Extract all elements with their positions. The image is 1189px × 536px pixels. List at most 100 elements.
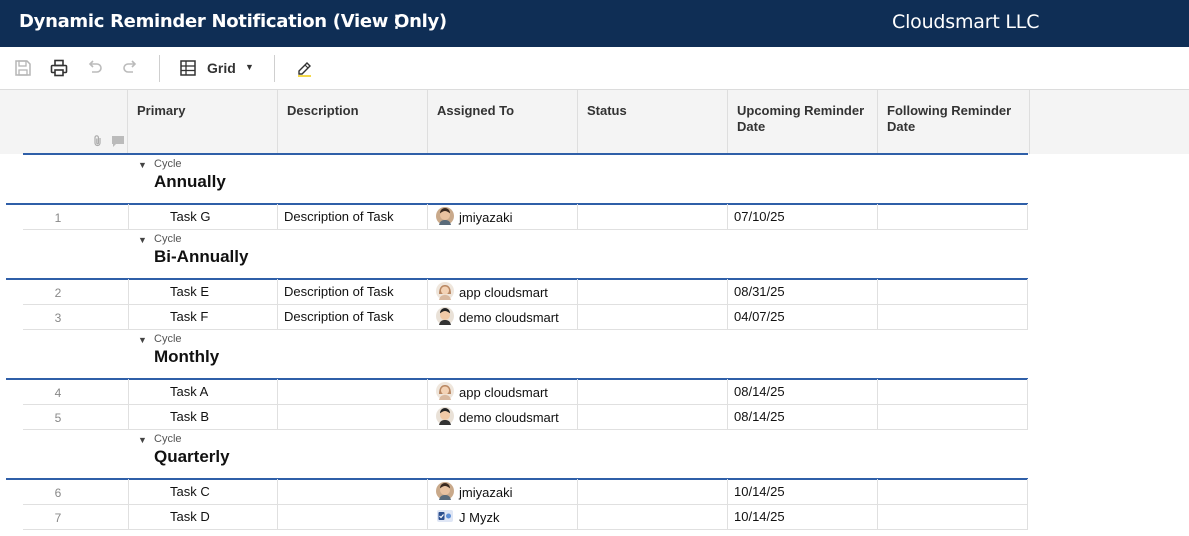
cell-description[interactable]: Description of Task xyxy=(278,304,428,329)
cell-text: Description of Task xyxy=(284,209,394,224)
cell-assigned-to[interactable]: demo cloudsmart xyxy=(428,404,578,429)
cell-text: 08/14/25 xyxy=(734,384,785,399)
column-header-status[interactable]: Status xyxy=(578,90,728,154)
cell-text: 08/31/25 xyxy=(734,284,785,299)
cell-primary[interactable]: Task E xyxy=(128,279,278,304)
row-divider xyxy=(23,529,128,530)
table-row[interactable]: Task D J Myzk 10/14/25 xyxy=(128,504,1028,530)
sheet-title[interactable]: Dynamic Reminder Notification (View Only… xyxy=(19,11,447,32)
save-icon[interactable] xyxy=(12,57,34,79)
cell-assigned-to[interactable]: jmiyazaki xyxy=(428,479,578,504)
cell-following-reminder-date[interactable] xyxy=(878,404,1028,429)
cell-primary[interactable]: Task D xyxy=(128,504,278,529)
table-row[interactable]: Task B demo cloudsmart 08/14/25 xyxy=(128,404,1028,430)
row-number[interactable]: 3 xyxy=(50,311,66,325)
cell-assigned-to[interactable]: J Myzk xyxy=(428,504,578,529)
cell-text: Task G xyxy=(170,209,211,224)
redo-icon[interactable] xyxy=(119,57,141,79)
chevron-down-icon[interactable]: ▼ xyxy=(245,62,254,72)
row-number[interactable]: 7 xyxy=(50,511,66,525)
table-row[interactable]: Task F Description of Task demo cloudsmart… xyxy=(128,304,1028,330)
cell-text: demo cloudsmart xyxy=(459,310,559,325)
cell-primary[interactable]: Task B xyxy=(128,404,278,429)
cell-status[interactable] xyxy=(578,504,728,529)
row-divider xyxy=(23,304,128,305)
cell-description[interactable] xyxy=(278,479,428,504)
collapse-triangle-icon[interactable]: ▼ xyxy=(138,335,147,345)
cell-upcoming-reminder-date[interactable]: 08/14/25 xyxy=(728,404,878,429)
cell-text: Task F xyxy=(170,309,209,324)
print-icon[interactable] xyxy=(48,57,70,79)
cell-status[interactable] xyxy=(578,379,728,404)
cell-description[interactable] xyxy=(278,504,428,529)
column-header-assigned-to[interactable]: Assigned To xyxy=(428,90,578,154)
cell-following-reminder-date[interactable] xyxy=(878,304,1028,329)
row-number[interactable]: 5 xyxy=(50,411,66,425)
collapse-triangle-icon[interactable]: ▼ xyxy=(138,435,147,445)
cell-upcoming-reminder-date[interactable]: 07/10/25 xyxy=(728,204,878,229)
cell-upcoming-reminder-date[interactable]: 04/07/25 xyxy=(728,304,878,329)
cell-following-reminder-date[interactable] xyxy=(878,379,1028,404)
cell-following-reminder-date[interactable] xyxy=(878,479,1028,504)
cell-text: Task A xyxy=(170,384,209,399)
avatar-icon xyxy=(436,507,454,525)
cell-following-reminder-date[interactable] xyxy=(878,504,1028,529)
row-number[interactable]: 6 xyxy=(50,486,66,500)
column-header-description[interactable]: Description xyxy=(278,90,428,154)
cell-following-reminder-date[interactable] xyxy=(878,279,1028,304)
cell-assigned-to[interactable]: app cloudsmart xyxy=(428,379,578,404)
table-row[interactable]: Task G Description of Task jmiyazaki 07/10/… xyxy=(128,204,1028,230)
group-header-annually[interactable]: ▼ Cycle Annually xyxy=(0,154,1030,204)
cell-text: Description of Task xyxy=(284,284,394,299)
row-number[interactable]: 4 xyxy=(50,386,66,400)
column-header-primary[interactable]: Primary xyxy=(128,90,278,154)
collapse-triangle-icon[interactable]: ▼ xyxy=(138,235,147,245)
cell-description[interactable] xyxy=(278,379,428,404)
group-header-bi-annually[interactable]: ▼ Cycle Bi-Annually xyxy=(0,229,1030,279)
cell-assigned-to[interactable]: demo cloudsmart xyxy=(428,304,578,329)
cell-primary[interactable]: Task C xyxy=(128,479,278,504)
cell-description[interactable]: Description of Task xyxy=(278,279,428,304)
undo-icon[interactable] xyxy=(84,57,106,79)
cell-text: demo cloudsmart xyxy=(459,410,559,425)
cell-text: 07/10/25 xyxy=(734,209,785,224)
view-selector-label[interactable]: Grid xyxy=(207,60,236,76)
cell-description[interactable] xyxy=(278,404,428,429)
table-row[interactable]: Task E Description of Task app cloudsmart 0… xyxy=(128,279,1028,305)
cell-status[interactable] xyxy=(578,404,728,429)
column-header-upcoming-reminder-date[interactable]: Upcoming Reminder Date xyxy=(728,90,878,154)
row-number[interactable]: 2 xyxy=(50,286,66,300)
cell-status[interactable] xyxy=(578,304,728,329)
cell-status[interactable] xyxy=(578,204,728,229)
cell-text: jmiyazaki xyxy=(459,485,513,500)
sheet-menu-icon[interactable]: ⋮ xyxy=(388,12,405,32)
toolbar: Grid ▼ xyxy=(0,47,1189,90)
group-header-quarterly[interactable]: ▼ Cycle Quarterly xyxy=(0,429,1030,479)
group-header-monthly[interactable]: ▼ Cycle Monthly xyxy=(0,329,1030,379)
row-number[interactable]: 1 xyxy=(50,211,66,225)
cell-upcoming-reminder-date[interactable]: 10/14/25 xyxy=(728,504,878,529)
column-header-following-reminder-date[interactable]: Following Reminder Date xyxy=(878,90,1030,154)
cell-primary[interactable]: Task G xyxy=(128,204,278,229)
collapse-triangle-icon[interactable]: ▼ xyxy=(138,160,147,170)
cell-status[interactable] xyxy=(578,479,728,504)
cell-assigned-to[interactable]: jmiyazaki xyxy=(428,204,578,229)
cell-assigned-to[interactable]: app cloudsmart xyxy=(428,279,578,304)
cell-text: 10/14/25 xyxy=(734,484,785,499)
cell-description[interactable]: Description of Task xyxy=(278,204,428,229)
cell-primary[interactable]: Task F xyxy=(128,304,278,329)
table-row[interactable]: Task C jmiyazaki 10/14/25 xyxy=(128,479,1028,505)
avatar-icon xyxy=(436,282,454,300)
row-divider xyxy=(23,404,128,405)
cell-status[interactable] xyxy=(578,279,728,304)
grid-icon[interactable] xyxy=(177,57,199,79)
highlight-icon[interactable] xyxy=(293,57,315,79)
cell-primary[interactable]: Task A xyxy=(128,379,278,404)
cell-upcoming-reminder-date[interactable]: 10/14/25 xyxy=(728,479,878,504)
cell-upcoming-reminder-date[interactable]: 08/14/25 xyxy=(728,379,878,404)
cell-following-reminder-date[interactable] xyxy=(878,204,1028,229)
column-header-row: Primary Description Assigned To Status U… xyxy=(0,90,1030,154)
cell-upcoming-reminder-date[interactable]: 08/31/25 xyxy=(728,279,878,304)
table-row[interactable]: Task A app cloudsmart 08/14/25 xyxy=(128,379,1028,405)
cell-text: 08/14/25 xyxy=(734,409,785,424)
